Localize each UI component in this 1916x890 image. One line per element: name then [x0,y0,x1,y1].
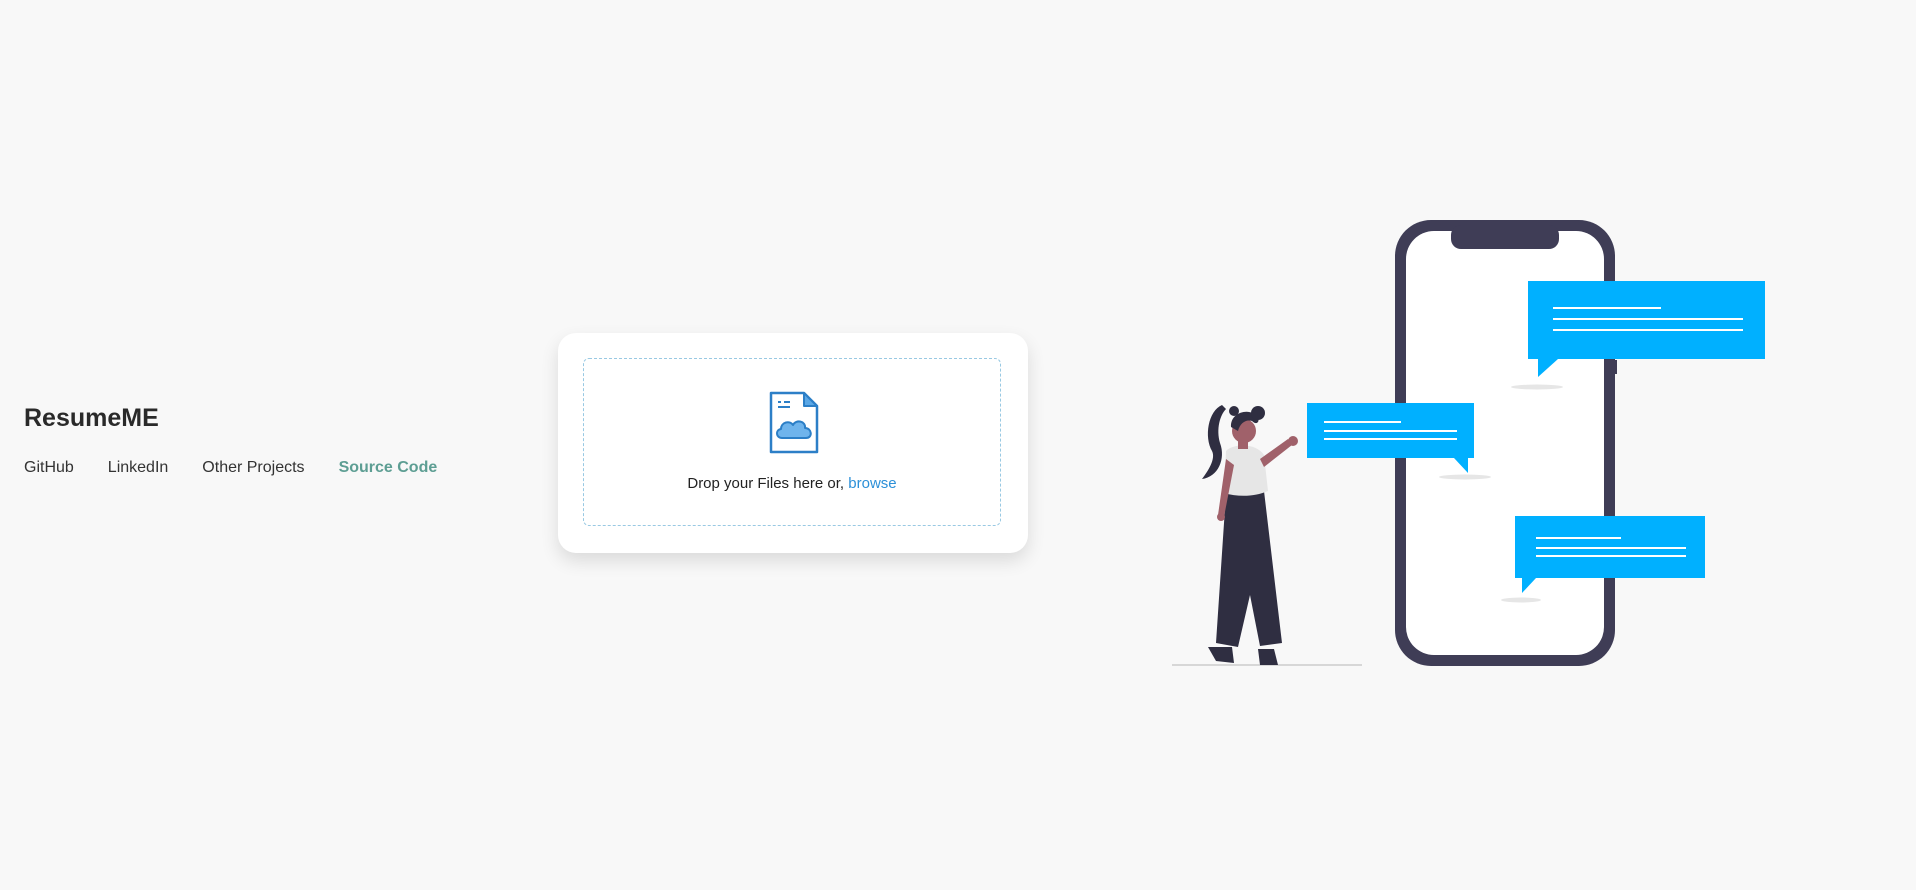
woman-figure [1202,405,1298,665]
nav-github[interactable]: GitHub [24,459,74,477]
phone-side-button [1612,360,1617,374]
phone-notch [1451,225,1559,249]
nav-source-code[interactable]: Source Code [339,459,438,477]
nav-other-projects[interactable]: Other Projects [202,459,304,477]
upload-card: Drop your Files here or, browse [558,333,1028,553]
file-drop-zone[interactable]: Drop your Files here or, browse [583,358,1001,526]
nav-linkedin[interactable]: LinkedIn [108,459,169,477]
drop-prompt: Drop your Files here or, [687,475,845,492]
top-nav: GitHub LinkedIn Other Projects Source Co… [24,459,437,477]
drop-instructions: Drop your Files here or, browse [584,475,1000,492]
brand-title: ResumeME [24,404,159,432]
file-cloud-icon [769,391,819,454]
browse-link[interactable]: browse [848,475,896,492]
woman-with-phone-chat-illustration [1172,220,1765,666]
